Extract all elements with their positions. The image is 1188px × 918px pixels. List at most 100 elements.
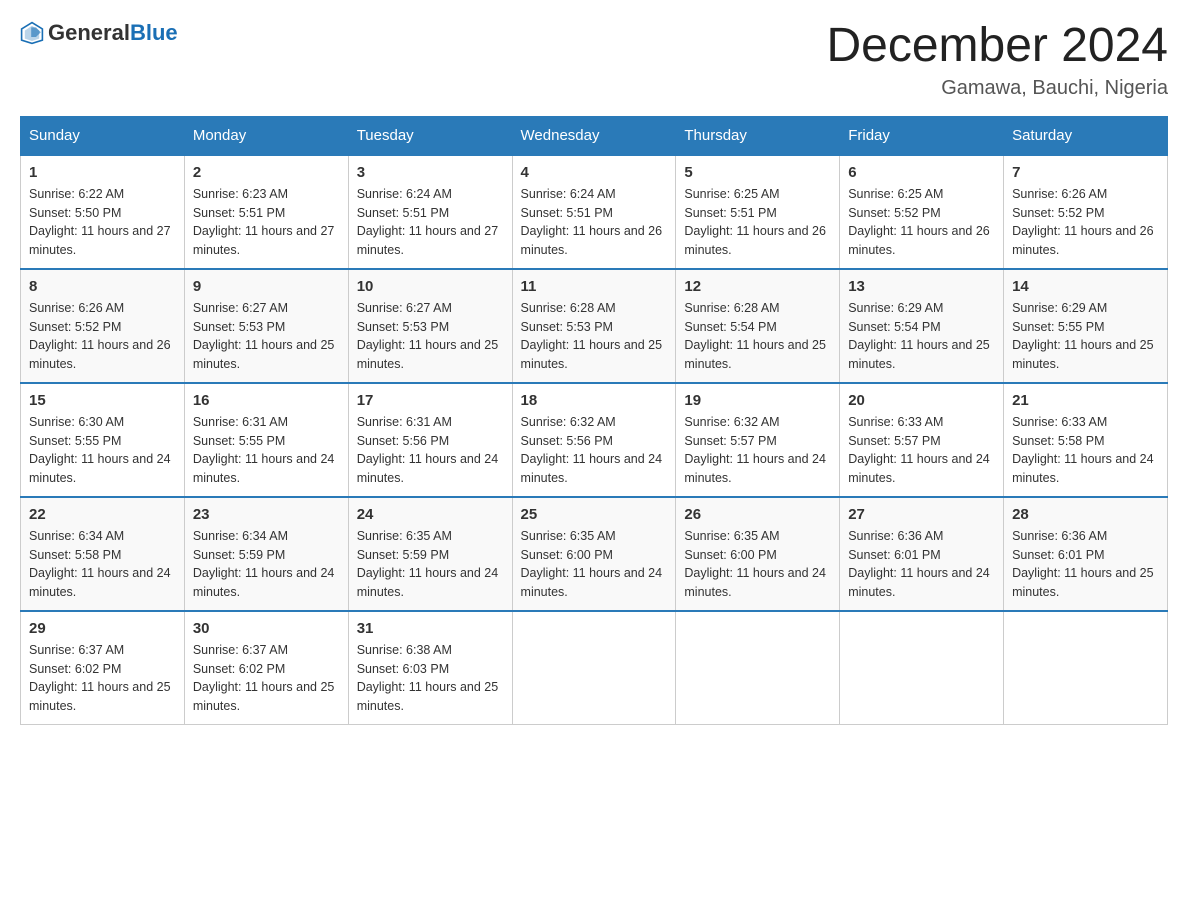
calendar-header: Sunday Monday Tuesday Wednesday Thursday… — [21, 116, 1168, 155]
day-number: 7 — [1012, 164, 1159, 181]
table-row: 29 Sunrise: 6:37 AMSunset: 6:02 PMDaylig… — [21, 611, 185, 725]
calendar-week-row: 8 Sunrise: 6:26 AMSunset: 5:52 PMDayligh… — [21, 269, 1168, 383]
day-info: Sunrise: 6:29 AMSunset: 5:54 PMDaylight:… — [848, 301, 990, 371]
day-info: Sunrise: 6:34 AMSunset: 5:58 PMDaylight:… — [29, 529, 171, 599]
table-row: 10 Sunrise: 6:27 AMSunset: 5:53 PMDaylig… — [348, 269, 512, 383]
table-row: 3 Sunrise: 6:24 AMSunset: 5:51 PMDayligh… — [348, 155, 512, 269]
col-sunday: Sunday — [21, 116, 185, 155]
day-info: Sunrise: 6:36 AMSunset: 6:01 PMDaylight:… — [1012, 529, 1154, 599]
table-row: 18 Sunrise: 6:32 AMSunset: 5:56 PMDaylig… — [512, 383, 676, 497]
day-info: Sunrise: 6:38 AMSunset: 6:03 PMDaylight:… — [357, 643, 499, 713]
day-info: Sunrise: 6:26 AMSunset: 5:52 PMDaylight:… — [1012, 187, 1154, 257]
table-row: 1 Sunrise: 6:22 AMSunset: 5:50 PMDayligh… — [21, 155, 185, 269]
day-number: 31 — [357, 620, 504, 637]
table-row: 27 Sunrise: 6:36 AMSunset: 6:01 PMDaylig… — [840, 497, 1004, 611]
day-number: 10 — [357, 278, 504, 295]
table-row: 31 Sunrise: 6:38 AMSunset: 6:03 PMDaylig… — [348, 611, 512, 725]
day-number: 22 — [29, 506, 176, 523]
col-monday: Monday — [184, 116, 348, 155]
day-number: 9 — [193, 278, 340, 295]
table-row: 15 Sunrise: 6:30 AMSunset: 5:55 PMDaylig… — [21, 383, 185, 497]
day-info: Sunrise: 6:33 AMSunset: 5:58 PMDaylight:… — [1012, 415, 1154, 485]
table-row — [512, 611, 676, 725]
table-row: 9 Sunrise: 6:27 AMSunset: 5:53 PMDayligh… — [184, 269, 348, 383]
day-number: 23 — [193, 506, 340, 523]
day-info: Sunrise: 6:23 AMSunset: 5:51 PMDaylight:… — [193, 187, 335, 257]
table-row: 20 Sunrise: 6:33 AMSunset: 5:57 PMDaylig… — [840, 383, 1004, 497]
calendar-body: 1 Sunrise: 6:22 AMSunset: 5:50 PMDayligh… — [21, 155, 1168, 725]
logo: GeneralBlue — [20, 20, 178, 46]
day-number: 24 — [357, 506, 504, 523]
title-block: December 2024 Gamawa, Bauchi, Nigeria — [826, 20, 1168, 100]
calendar-week-row: 15 Sunrise: 6:30 AMSunset: 5:55 PMDaylig… — [21, 383, 1168, 497]
table-row: 13 Sunrise: 6:29 AMSunset: 5:54 PMDaylig… — [840, 269, 1004, 383]
table-row: 22 Sunrise: 6:34 AMSunset: 5:58 PMDaylig… — [21, 497, 185, 611]
day-info: Sunrise: 6:27 AMSunset: 5:53 PMDaylight:… — [357, 301, 499, 371]
day-number: 3 — [357, 164, 504, 181]
day-number: 26 — [684, 506, 831, 523]
table-row: 23 Sunrise: 6:34 AMSunset: 5:59 PMDaylig… — [184, 497, 348, 611]
day-number: 15 — [29, 392, 176, 409]
day-number: 4 — [521, 164, 668, 181]
day-number: 13 — [848, 278, 995, 295]
page-header: GeneralBlue December 2024 Gamawa, Bauchi… — [20, 20, 1168, 100]
day-number: 11 — [521, 278, 668, 295]
day-number: 2 — [193, 164, 340, 181]
logo-blue-text: Blue — [130, 20, 178, 45]
table-row — [840, 611, 1004, 725]
day-info: Sunrise: 6:28 AMSunset: 5:53 PMDaylight:… — [521, 301, 663, 371]
day-info: Sunrise: 6:22 AMSunset: 5:50 PMDaylight:… — [29, 187, 171, 257]
day-number: 27 — [848, 506, 995, 523]
day-info: Sunrise: 6:37 AMSunset: 6:02 PMDaylight:… — [193, 643, 335, 713]
calendar-table: Sunday Monday Tuesday Wednesday Thursday… — [20, 116, 1168, 725]
logo-general-text: General — [48, 20, 130, 45]
month-title: December 2024 — [826, 20, 1168, 73]
table-row: 14 Sunrise: 6:29 AMSunset: 5:55 PMDaylig… — [1004, 269, 1168, 383]
day-info: Sunrise: 6:25 AMSunset: 5:52 PMDaylight:… — [848, 187, 990, 257]
day-info: Sunrise: 6:35 AMSunset: 5:59 PMDaylight:… — [357, 529, 499, 599]
table-row: 17 Sunrise: 6:31 AMSunset: 5:56 PMDaylig… — [348, 383, 512, 497]
day-number: 20 — [848, 392, 995, 409]
col-friday: Friday — [840, 116, 1004, 155]
day-info: Sunrise: 6:35 AMSunset: 6:00 PMDaylight:… — [521, 529, 663, 599]
day-info: Sunrise: 6:32 AMSunset: 5:56 PMDaylight:… — [521, 415, 663, 485]
day-number: 14 — [1012, 278, 1159, 295]
day-info: Sunrise: 6:25 AMSunset: 5:51 PMDaylight:… — [684, 187, 826, 257]
day-info: Sunrise: 6:32 AMSunset: 5:57 PMDaylight:… — [684, 415, 826, 485]
day-number: 25 — [521, 506, 668, 523]
day-info: Sunrise: 6:37 AMSunset: 6:02 PMDaylight:… — [29, 643, 171, 713]
table-row: 25 Sunrise: 6:35 AMSunset: 6:00 PMDaylig… — [512, 497, 676, 611]
day-number: 5 — [684, 164, 831, 181]
calendar-week-row: 29 Sunrise: 6:37 AMSunset: 6:02 PMDaylig… — [21, 611, 1168, 725]
calendar-week-row: 1 Sunrise: 6:22 AMSunset: 5:50 PMDayligh… — [21, 155, 1168, 269]
day-number: 16 — [193, 392, 340, 409]
table-row: 16 Sunrise: 6:31 AMSunset: 5:55 PMDaylig… — [184, 383, 348, 497]
table-row: 28 Sunrise: 6:36 AMSunset: 6:01 PMDaylig… — [1004, 497, 1168, 611]
day-number: 30 — [193, 620, 340, 637]
table-row: 11 Sunrise: 6:28 AMSunset: 5:53 PMDaylig… — [512, 269, 676, 383]
table-row: 5 Sunrise: 6:25 AMSunset: 5:51 PMDayligh… — [676, 155, 840, 269]
day-info: Sunrise: 6:31 AMSunset: 5:56 PMDaylight:… — [357, 415, 499, 485]
table-row: 7 Sunrise: 6:26 AMSunset: 5:52 PMDayligh… — [1004, 155, 1168, 269]
col-thursday: Thursday — [676, 116, 840, 155]
col-tuesday: Tuesday — [348, 116, 512, 155]
day-info: Sunrise: 6:27 AMSunset: 5:53 PMDaylight:… — [193, 301, 335, 371]
day-number: 6 — [848, 164, 995, 181]
table-row: 2 Sunrise: 6:23 AMSunset: 5:51 PMDayligh… — [184, 155, 348, 269]
table-row: 6 Sunrise: 6:25 AMSunset: 5:52 PMDayligh… — [840, 155, 1004, 269]
day-info: Sunrise: 6:28 AMSunset: 5:54 PMDaylight:… — [684, 301, 826, 371]
day-info: Sunrise: 6:34 AMSunset: 5:59 PMDaylight:… — [193, 529, 335, 599]
day-info: Sunrise: 6:36 AMSunset: 6:01 PMDaylight:… — [848, 529, 990, 599]
table-row: 30 Sunrise: 6:37 AMSunset: 6:02 PMDaylig… — [184, 611, 348, 725]
day-number: 12 — [684, 278, 831, 295]
table-row: 21 Sunrise: 6:33 AMSunset: 5:58 PMDaylig… — [1004, 383, 1168, 497]
table-row: 24 Sunrise: 6:35 AMSunset: 5:59 PMDaylig… — [348, 497, 512, 611]
day-number: 18 — [521, 392, 668, 409]
table-row — [1004, 611, 1168, 725]
header-row: Sunday Monday Tuesday Wednesday Thursday… — [21, 116, 1168, 155]
day-number: 1 — [29, 164, 176, 181]
day-number: 19 — [684, 392, 831, 409]
day-info: Sunrise: 6:24 AMSunset: 5:51 PMDaylight:… — [521, 187, 663, 257]
location-title: Gamawa, Bauchi, Nigeria — [826, 77, 1168, 100]
table-row: 12 Sunrise: 6:28 AMSunset: 5:54 PMDaylig… — [676, 269, 840, 383]
